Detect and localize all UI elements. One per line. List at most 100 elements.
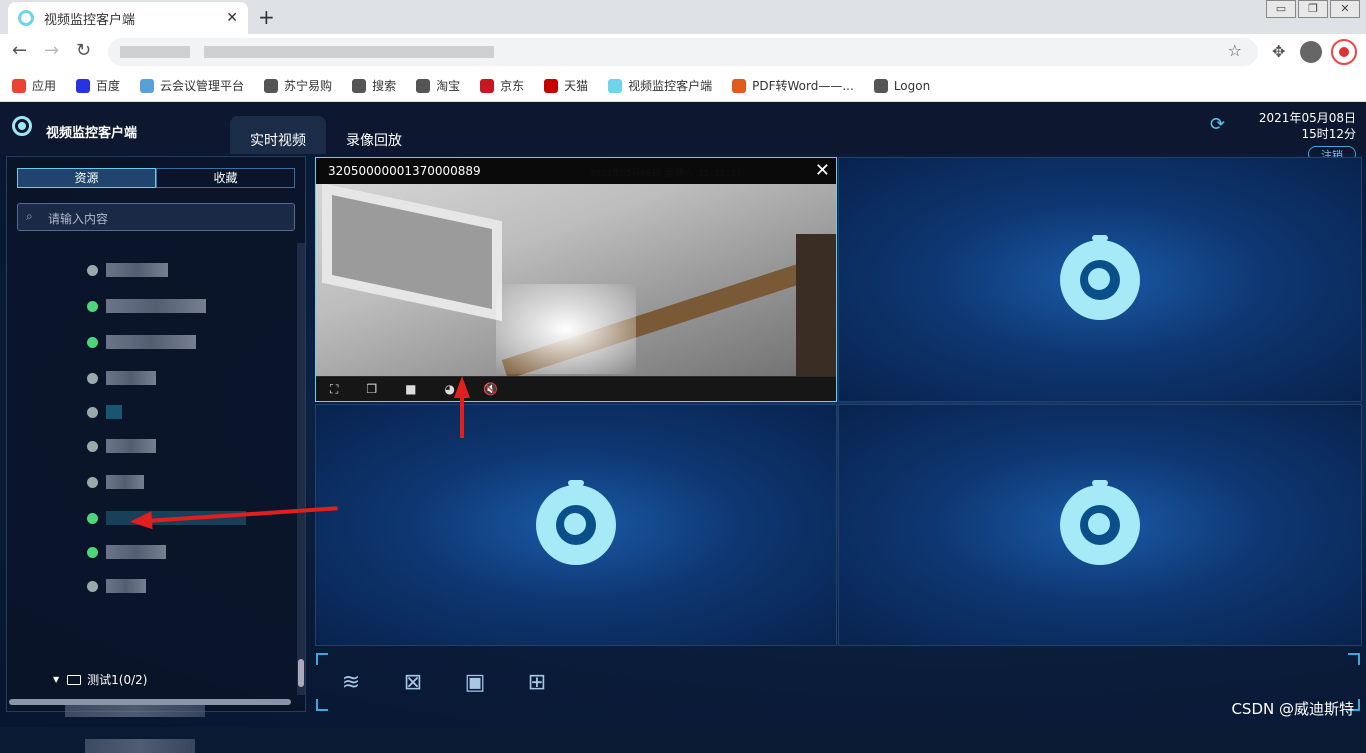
- bookmark-label: 天猫: [564, 79, 589, 93]
- bookmark-label: Logon: [893, 78, 931, 93]
- video-cell[interactable]: [315, 404, 837, 646]
- date-text: 2021年05月08日: [1258, 111, 1356, 125]
- camera-id: 32050000001370000889: [328, 164, 481, 178]
- folder-label: 测试1(0/2): [87, 673, 148, 687]
- segment-favorites[interactable]: 收藏: [156, 168, 295, 188]
- app-logo-icon: [12, 116, 32, 136]
- globe-icon: [352, 78, 367, 93]
- bookmark-label: PDF转Word——...: [752, 79, 854, 93]
- bookmark-item[interactable]: 百度: [76, 77, 120, 94]
- forward-arrow-icon[interactable]: →: [44, 40, 59, 61]
- video-cell[interactable]: [838, 157, 1362, 402]
- video-title-bar: 32050000001370000889 2021年05月08日 星期六 15:…: [316, 158, 836, 184]
- profile-avatar-icon[interactable]: [1300, 41, 1322, 63]
- browser-tab[interactable]: 视频监控客户端 ✕: [8, 2, 248, 34]
- device-item[interactable]: [87, 439, 156, 453]
- mute-icon[interactable]: 🔇: [483, 382, 498, 396]
- bookmark-item[interactable]: 京东: [480, 77, 524, 94]
- blurred-url-part: [120, 46, 190, 58]
- bookmark-item[interactable]: PDF转Word——...: [732, 77, 854, 94]
- bookmark-item[interactable]: 云会议管理平台: [140, 77, 244, 94]
- device-item[interactable]: [87, 405, 122, 419]
- jd-icon: [480, 78, 495, 93]
- globe-icon: [264, 78, 279, 93]
- search-placeholder: 请输入内容: [48, 212, 109, 226]
- address-bar[interactable]: ☆: [108, 38, 1258, 66]
- bookmark-item[interactable]: 淘宝: [416, 77, 460, 94]
- blurred-device-name: [106, 405, 122, 419]
- blurred-device-name: [106, 263, 168, 277]
- window-controls: ▭ ❐ ✕: [1264, 0, 1360, 18]
- video-feed: [316, 184, 836, 376]
- new-tab-button[interactable]: +: [258, 5, 275, 29]
- camera-offline-icon: [87, 264, 98, 276]
- bookmark-item[interactable]: 应用: [12, 77, 56, 94]
- bookmark-item[interactable]: 苏宁易购: [264, 77, 332, 94]
- segment-resources[interactable]: 资源: [17, 168, 156, 188]
- annotation-arrowhead: [454, 376, 470, 398]
- layers-icon[interactable]: ≋: [338, 670, 364, 696]
- tab-live-video[interactable]: 实时视频: [230, 116, 326, 154]
- device-item[interactable]: [87, 263, 168, 277]
- tab-close-icon[interactable]: ✕: [226, 10, 238, 26]
- folder-item[interactable]: ▼ 测试1(0/2): [53, 671, 147, 688]
- resource-segmented-control: 资源 收藏: [17, 168, 295, 188]
- blurred-url-part: [204, 46, 494, 58]
- time-text: 15时12分: [1301, 127, 1356, 141]
- extension-upload-icon[interactable]: [1331, 39, 1357, 65]
- extensions-puzzle-icon[interactable]: ✥: [1272, 42, 1285, 61]
- device-item[interactable]: [87, 371, 156, 385]
- video-control-bar: ⛶ ❐ ■ ◕ 🔇: [316, 377, 836, 401]
- scrollbar-thumb[interactable]: [298, 659, 304, 687]
- device-item[interactable]: [87, 475, 144, 489]
- grid-layout-icon[interactable]: ⊞: [524, 670, 550, 696]
- bookmark-label: 淘宝: [436, 79, 461, 93]
- camera-online-icon: [87, 512, 98, 524]
- back-arrow-icon[interactable]: ←: [12, 40, 27, 61]
- annotation-arrowhead: [129, 511, 153, 531]
- resource-sidebar: 资源 收藏 ⌕ 请输入内容 ▼ 测试1(0/2): [6, 156, 306, 753]
- fullscreen-icon[interactable]: ⛶: [330, 382, 338, 397]
- device-item[interactable]: [87, 299, 206, 313]
- caret-down-icon[interactable]: ▼: [53, 675, 59, 684]
- blurred-row: [65, 703, 205, 717]
- sidebar-horizontal-scrollbar[interactable]: [9, 699, 291, 705]
- bookmark-item[interactable]: Logon: [873, 78, 931, 93]
- bookmark-label: 应用: [32, 79, 57, 93]
- reload-icon[interactable]: ↻: [76, 40, 91, 61]
- tab-title: 视频监控客户端: [44, 12, 136, 28]
- layout-toolbar: ≋ ⊠ ▣ ⊞: [315, 652, 1361, 712]
- app-header: 视频监控客户端 实时视频 录像回放 ⟳ 2021年05月08日 15时12分 注…: [0, 102, 1366, 162]
- refresh-icon[interactable]: ⟳: [1210, 114, 1225, 135]
- fullscreen-grid-icon[interactable]: ▣: [462, 670, 488, 696]
- tab-video-replay[interactable]: 录像回放: [326, 116, 422, 154]
- record-video-icon[interactable]: ■: [405, 382, 416, 396]
- blurred-row: [85, 739, 195, 753]
- browser-tabbar: 视频监控客户端 ✕ + ▭ ❐ ✕: [0, 0, 1366, 34]
- minimize-icon[interactable]: ▭: [1266, 0, 1296, 18]
- apps-grid-icon: [12, 78, 26, 93]
- bookmark-item[interactable]: 搜索: [352, 77, 396, 94]
- feed-ceiling-vent: [322, 184, 502, 322]
- close-window-icon[interactable]: ✕: [1330, 0, 1360, 18]
- close-video-button[interactable]: ✕: [815, 160, 830, 181]
- device-item[interactable]: [87, 579, 146, 593]
- copy-window-icon[interactable]: ❐: [366, 382, 377, 396]
- tmall-icon: [544, 78, 559, 93]
- bookmark-label: 云会议管理平台: [160, 79, 245, 93]
- active-video-cell[interactable]: 32050000001370000889 2021年05月08日 星期六 15:…: [315, 157, 837, 402]
- restore-icon[interactable]: ❐: [1298, 0, 1328, 18]
- device-item[interactable]: [87, 335, 196, 349]
- camera-placeholder-icon: [1060, 234, 1140, 320]
- cloud-icon: [140, 78, 155, 93]
- bookmark-item[interactable]: 天猫: [544, 77, 588, 94]
- datetime: 2021年05月08日 15时12分: [1259, 110, 1356, 142]
- sidebar-vertical-scrollbar[interactable]: [297, 243, 305, 695]
- device-item[interactable]: [87, 545, 166, 559]
- search-input[interactable]: ⌕ 请输入内容: [17, 203, 295, 231]
- close-all-grid-icon[interactable]: ⊠: [400, 670, 426, 696]
- video-cell[interactable]: [838, 404, 1362, 646]
- bookmark-star-icon[interactable]: ☆: [1228, 41, 1242, 60]
- bookmark-item[interactable]: 视频监控客户端: [608, 77, 712, 94]
- app-name: 视频监控客户端: [46, 126, 138, 141]
